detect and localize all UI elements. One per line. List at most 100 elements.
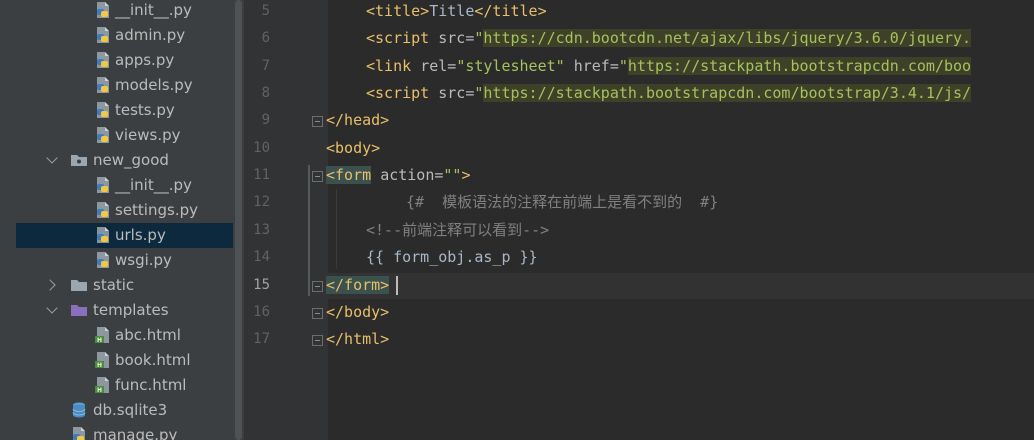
line-number: 13 [253,221,270,238]
code-token: </head> [326,111,390,130]
line-number: 14 [253,249,270,266]
python-file-icon [94,126,112,144]
tree-file-wsgi-py[interactable]: wsgi.py [0,248,244,273]
code-token: https://stackpath.bootstrapcdn.com/boots… [483,84,972,103]
project-tree-scroll-thumb[interactable] [235,0,242,440]
tree-file-urls-py[interactable]: urls.py [16,223,244,248]
tree-file-func-html[interactable]: Hfunc.html [0,373,244,398]
code-token: https://stackpath.bootstrapcdn.com/boo [627,56,972,75]
tree-file--init-py[interactable]: __init__.py [0,0,244,23]
chevron-right-icon[interactable] [44,279,56,291]
html-file-icon: H [94,326,112,344]
code-token: <link [366,56,421,75]
python-file-icon [94,251,112,269]
line-number: 5 [261,3,270,19]
code-token: <form [326,166,372,185]
folder-icon [70,276,88,294]
tree-folder-templates[interactable]: templates [0,298,244,323]
code-token: </title> [474,2,547,20]
code-token: src= [438,84,475,103]
python-file-icon [94,76,112,94]
code-line[interactable]: <script src="https://cdn.bootcdn.net/aja… [366,27,972,54]
fold-marker-icon[interactable] [312,335,323,347]
tree-folder-static[interactable]: static [0,273,244,298]
tree-item-label: templates [93,301,169,319]
line-number: 12 [253,194,270,211]
database-icon [70,401,88,419]
html-file-icon: H [94,376,112,394]
code-token: > [461,166,471,185]
project-tree-scrollbar[interactable] [233,0,244,440]
code-token: </body> [326,302,390,321]
line-number: 10 [253,139,270,156]
tree-folder-new-good[interactable]: new_good [0,148,244,173]
tree-item-label: settings.py [115,201,198,219]
code-line[interactable]: {# 模板语法的注释在前端上是看不到的 #} [406,191,718,218]
line-number: 17 [253,331,270,348]
svg-text:H: H [97,337,102,344]
code-token: <script [366,29,439,48]
tree-item-label: admin.py [115,26,186,44]
code-token: action= [380,166,444,185]
line-number: 6 [261,30,270,47]
code-line[interactable]: </form> [326,274,390,301]
code-token: {{ form_obj.as_p }} [366,248,538,267]
code-token: <!--前端注释可以看到--> [366,220,550,239]
fold-marker-icon[interactable] [312,171,323,183]
tree-item-label: apps.py [115,51,175,69]
code-token: Title [429,2,475,20]
tree-item-label: manage.py [93,426,178,440]
tree-item-label: static [93,276,135,294]
tree-file-tests-py[interactable]: tests.py [0,98,244,123]
tree-file-views-py[interactable]: views.py [0,123,244,148]
tree-item-label: __init__.py [115,1,192,19]
package-folder-icon [70,151,88,169]
tree-item-label: func.html [115,376,187,394]
code-line[interactable]: <form action=""> [326,164,471,191]
code-token: rel= [420,56,457,75]
code-line[interactable]: </html> [326,328,389,355]
tree-file--init-py[interactable]: __init__.py [0,173,244,198]
text-caret [396,275,398,295]
fold-marker-icon[interactable] [312,280,323,292]
tree-file-db-sqlite3[interactable]: db.sqlite3 [0,398,244,423]
tree-item-label: __init__.py [115,176,192,194]
indent-guide [336,189,337,270]
code-line[interactable]: <body> [326,137,380,164]
code-line[interactable]: </body> [326,301,389,328]
tree-file-settings-py[interactable]: settings.py [0,198,244,223]
fold-marker-icon[interactable] [312,116,323,128]
python-file-icon [94,201,112,219]
code-line[interactable]: <!--前端注释可以看到--> [366,219,549,246]
templates-folder-icon [70,301,88,319]
chevron-down-icon[interactable] [46,302,58,314]
tree-file-manage-py[interactable]: manage.py [0,423,244,440]
line-number: 8 [261,85,270,102]
code-line[interactable]: {{ form_obj.as_p }} [366,246,538,273]
tree-file-abc-html[interactable]: Habc.html [0,323,244,348]
fold-marker-icon[interactable] [312,307,323,319]
code-token: {# 模板语法的注释在前端上是看不到的 #} [406,193,719,212]
project-tree[interactable]: __init__.py admin.py apps.py models.py tests… [0,0,244,440]
line-number: 11 [253,167,270,184]
tree-item-label: book.html [115,351,191,369]
tree-item-label: wsgi.py [115,251,172,269]
code-line[interactable]: </head> [326,109,389,136]
tree-file-apps-py[interactable]: apps.py [0,48,244,73]
line-number: 16 [253,303,270,320]
code-line[interactable]: <script src="https://stackpath.bootstrap… [366,82,972,109]
python-file-icon [94,176,112,194]
tree-file-book-html[interactable]: Hbook.html [0,348,244,373]
line-number: 7 [261,57,270,74]
code-line[interactable]: <title>Title</title> [366,0,547,27]
tree-item-label: tests.py [115,101,175,119]
tree-file-admin-py[interactable]: admin.py [0,23,244,48]
code-line[interactable]: <link rel="stylesheet" href="https://sta… [366,55,972,82]
tree-file-models-py[interactable]: models.py [0,73,244,98]
chevron-down-icon[interactable] [46,152,58,164]
python-file-icon [94,26,112,44]
line-number: 15 [253,276,270,293]
tree-item-label: abc.html [115,326,181,344]
tag-match-marker [308,165,310,297]
tree-item-label: models.py [115,76,193,94]
